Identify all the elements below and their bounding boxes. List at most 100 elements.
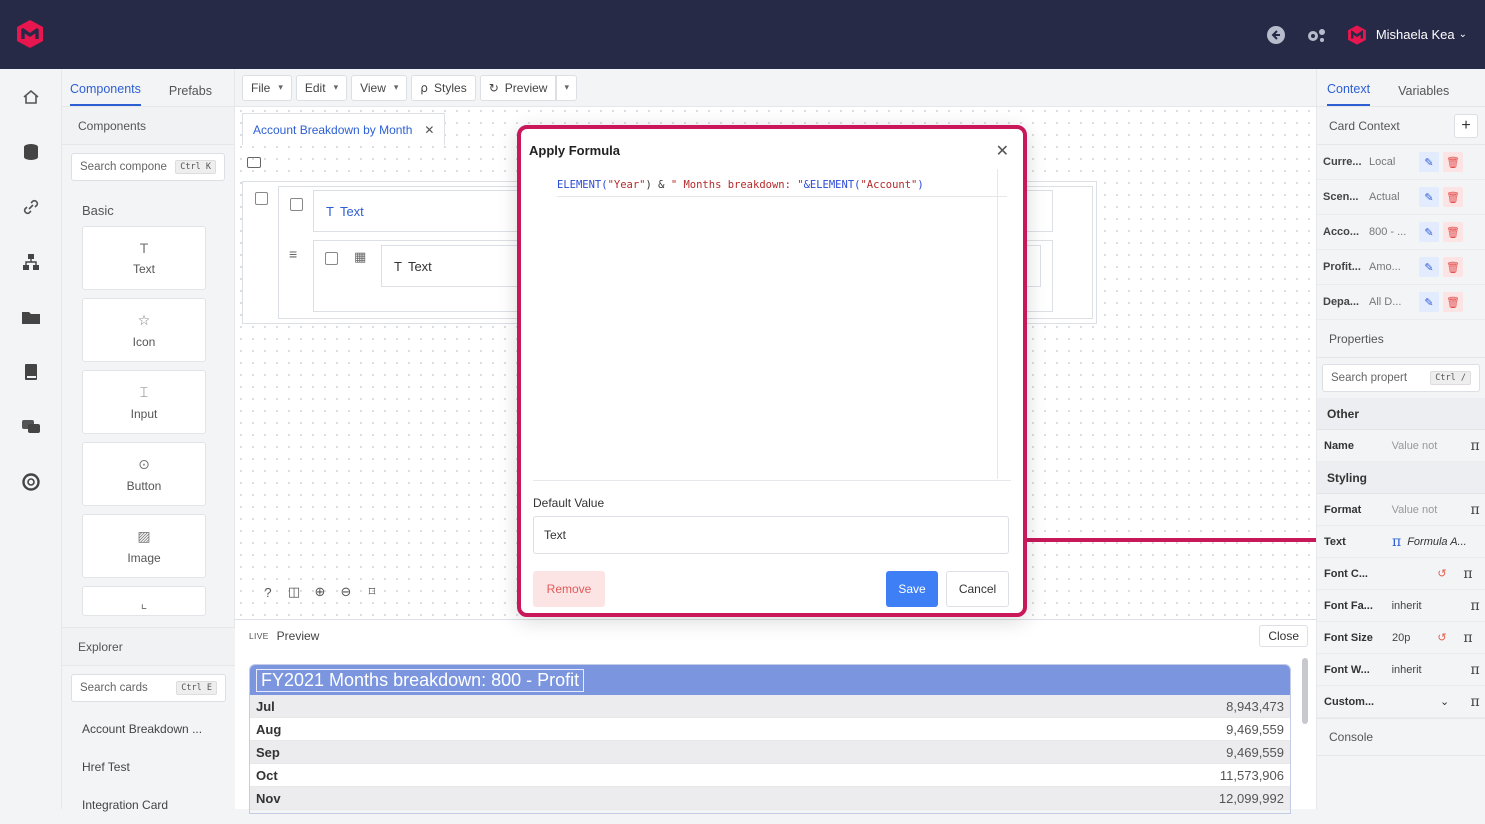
preview-label: Preview — [276, 629, 320, 643]
component-text[interactable]: T Text — [82, 226, 206, 290]
help-lifebuoy-icon[interactable] — [0, 454, 61, 509]
reset-icon[interactable]: ↺ — [1434, 631, 1450, 644]
property-value[interactable]: Formula A... — [1401, 536, 1471, 548]
edit-pencil-icon[interactable]: ✎ — [1419, 257, 1439, 277]
property-value[interactable]: Value not — [1386, 440, 1450, 452]
fit-screen-icon[interactable]: ⌑ — [359, 579, 385, 605]
edit-pencil-icon[interactable]: ✎ — [1419, 292, 1439, 312]
component-icon[interactable]: ☆ Icon — [82, 298, 206, 362]
formula-code[interactable]: ELEMENT("Year") & " Months breakdown: "&… — [557, 179, 924, 191]
tab-context[interactable]: Context — [1327, 82, 1371, 106]
formula-pi-icon[interactable]: π — [1465, 438, 1485, 454]
card-frame-icon[interactable] — [247, 157, 261, 168]
console-header[interactable]: Console — [1317, 718, 1485, 756]
close-icon[interactable]: ✕ — [996, 141, 1009, 161]
settings-gears-icon[interactable] — [1304, 25, 1328, 45]
formula-pi-icon[interactable]: π — [1465, 502, 1485, 518]
edit-pencil-icon[interactable]: ✎ — [1419, 187, 1439, 207]
refresh-icon: ↻ — [488, 80, 499, 95]
cancel-button[interactable]: Cancel — [946, 571, 1009, 607]
menu-label: Styles — [434, 80, 467, 95]
edit-pencil-icon[interactable]: ✎ — [1419, 222, 1439, 242]
table-row: Sep 9,469,559 — [250, 741, 1290, 764]
element-checkbox[interactable] — [325, 252, 338, 265]
element-checkbox[interactable] — [290, 198, 303, 211]
formula-pi-icon[interactable]: π — [1465, 694, 1485, 710]
user-menu[interactable]: Mishaela Kea ⌄ — [1346, 23, 1467, 47]
chevron-down-icon: ⌄ — [1458, 29, 1467, 40]
component-button[interactable]: ⊙ Button — [82, 442, 206, 506]
drag-handle-icon[interactable]: ≡ — [289, 246, 297, 262]
view-menu-button[interactable]: View ▾ — [351, 74, 408, 101]
back-arrow-icon[interactable] — [1266, 25, 1286, 45]
menu-label: View — [360, 80, 386, 95]
file-menu-button[interactable]: File ▾ — [242, 74, 292, 101]
property-value[interactable]: Value not — [1386, 504, 1450, 516]
component-search-input[interactable]: Search compone Ctrl K — [71, 153, 225, 181]
trash-icon[interactable]: 🗑 — [1443, 292, 1463, 312]
formula-editor[interactable]: ELEMENT("Year") & " Months breakdown: "&… — [533, 169, 1011, 481]
brand-logo-icon[interactable] — [14, 18, 46, 50]
formula-token: "Account" — [860, 179, 918, 191]
component-chart[interactable]: ⌞ — [82, 586, 206, 616]
property-group-other[interactable]: Other — [1317, 398, 1485, 430]
row-checkbox[interactable] — [255, 192, 268, 205]
home-icon[interactable] — [0, 69, 61, 124]
default-value-input[interactable]: Text — [533, 516, 1009, 554]
book-icon[interactable] — [0, 344, 61, 399]
save-button[interactable]: Save — [886, 571, 938, 607]
formula-pi-icon[interactable]: π — [1465, 598, 1485, 614]
link-icon[interactable] — [0, 179, 61, 234]
hierarchy-icon[interactable] — [0, 234, 61, 289]
styles-button[interactable]: ⍴ Styles — [411, 74, 476, 101]
close-icon[interactable]: ✕ — [424, 123, 434, 137]
property-row: Font C... ↺ π — [1317, 558, 1485, 590]
formula-pi-icon[interactable]: π — [1458, 630, 1478, 646]
folder-icon[interactable] — [0, 289, 61, 344]
zoom-in-icon[interactable]: ⊕ — [307, 579, 333, 605]
formula-pi-icon[interactable]: π — [1458, 566, 1478, 582]
chat-icon[interactable] — [0, 399, 61, 454]
close-preview-button[interactable]: Close — [1259, 625, 1308, 647]
preview-button[interactable]: ↻ Preview — [479, 74, 557, 101]
trash-icon[interactable]: 🗑 — [1443, 257, 1463, 277]
database-icon[interactable] — [0, 124, 61, 179]
add-context-button[interactable]: + — [1454, 113, 1478, 138]
explorer-item[interactable]: Href Test — [62, 748, 235, 786]
component-input[interactable]: ⌶ Input — [82, 370, 206, 434]
property-value[interactable]: 20p — [1386, 632, 1426, 644]
dialog-title: Apply Formula — [529, 143, 621, 158]
trash-icon[interactable]: 🗑 — [1443, 152, 1463, 172]
property-select[interactable]: ⌄ — [1386, 695, 1449, 708]
formula-pi-icon[interactable]: π — [1465, 662, 1485, 678]
tab-components[interactable]: Components — [70, 82, 141, 106]
card-tab[interactable]: Account Breakdown by Month ✕ — [242, 113, 446, 145]
tab-variables[interactable]: Variables — [1398, 84, 1449, 106]
tab-prefabs[interactable]: Prefabs — [169, 84, 212, 106]
edit-menu-button[interactable]: Edit ▾ — [295, 74, 348, 101]
preview-scrollbar[interactable] — [1302, 658, 1308, 724]
zoom-out-icon[interactable]: ⊖ — [333, 579, 359, 605]
formula-pi-icon[interactable]: π — [1386, 534, 1401, 550]
paint-roller-icon: ⍴ — [420, 80, 429, 95]
help-icon[interactable]: ? — [255, 579, 281, 605]
property-group-styling[interactable]: Styling — [1317, 462, 1485, 494]
remove-button[interactable]: Remove — [533, 571, 605, 607]
editor-scrollbar[interactable] — [997, 169, 1011, 479]
edit-pencil-icon[interactable]: ✎ — [1419, 152, 1439, 172]
explorer-item[interactable]: Integration Card — [62, 786, 235, 824]
trash-icon[interactable]: 🗑 — [1443, 222, 1463, 242]
reset-icon[interactable]: ↺ — [1434, 567, 1450, 580]
card-search-input[interactable]: Search cards Ctrl E — [71, 674, 226, 702]
property-value[interactable]: inherit — [1386, 664, 1450, 676]
top-right-controls: Mishaela Kea ⌄ — [1266, 0, 1485, 69]
property-search-input[interactable]: Search propert Ctrl / — [1322, 364, 1480, 392]
value-cell: 11,573,906 — [1219, 767, 1284, 783]
component-image[interactable]: ▨ Image — [82, 514, 206, 578]
panel-toggle-icon[interactable]: ◫ — [281, 579, 307, 605]
preview-options-button[interactable]: ▾ — [556, 74, 578, 101]
property-value[interactable]: inherit — [1386, 600, 1450, 612]
context-value: Amo... — [1369, 261, 1401, 273]
trash-icon[interactable]: 🗑 — [1443, 187, 1463, 207]
explorer-item[interactable]: Account Breakdown ... — [62, 710, 235, 748]
